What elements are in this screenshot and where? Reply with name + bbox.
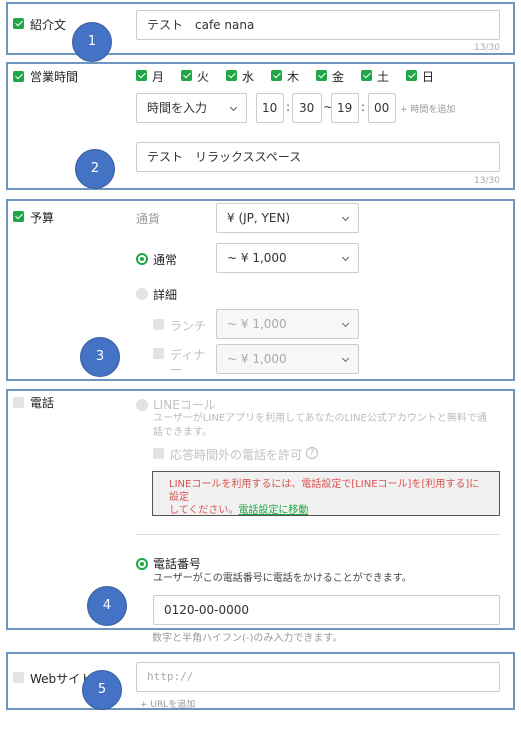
phone-footer-help: 数字と半角ハイフン(-)のみ入力できます。 [152, 633, 343, 644]
notice-line2-text: してください。 [169, 505, 239, 516]
help-icon[interactable]: ? [306, 447, 318, 459]
phone-label: 電話 [30, 396, 55, 410]
day-sat-checkbox[interactable] [361, 70, 372, 81]
hours-counter: 13/30 [474, 176, 500, 186]
lunch-price-select[interactable]: ~ ¥ 1,000 [216, 309, 359, 339]
currency-label: 通貨 [136, 212, 161, 226]
phone-settings-link[interactable]: 電話設定に移動 [238, 505, 308, 516]
normal-radio[interactable] [136, 253, 148, 265]
phone-number-label: 電話番号 [153, 557, 202, 571]
website-section: Webサイト http:// + URLを追加 5 [6, 652, 515, 710]
hours-label: 営業時間 [30, 70, 79, 84]
line-call-help-line1: ユーザーがLINEアプリを利用してあなたのLINE公式アカウントと無料で通 [153, 413, 487, 424]
phone-divider [136, 534, 500, 535]
phone-section: 電話 LINEコール ユーザーがLINEアプリを利用してあなたのLINE公式アカ… [6, 389, 515, 630]
day-tue-label: 火 [197, 70, 210, 84]
phone-checkbox[interactable] [13, 397, 24, 408]
lunch-checkbox[interactable] [153, 319, 164, 330]
start-hour-input[interactable]: 10 [256, 93, 284, 123]
day-sun-checkbox[interactable] [406, 70, 417, 81]
day-fri-checkbox[interactable] [316, 70, 327, 81]
badge-1: 1 [72, 22, 112, 62]
end-min-input[interactable]: 00 [368, 93, 396, 123]
badge-3: 3 [80, 337, 120, 377]
intro-checkbox[interactable] [13, 18, 24, 29]
hours-mode-select[interactable]: 時間を入力 [136, 93, 247, 123]
start-min-input[interactable]: 30 [292, 93, 322, 123]
detail-label: 詳細 [153, 288, 178, 302]
day-mon-label: 月 [152, 70, 165, 84]
intro-counter: 13/30 [474, 43, 500, 53]
line-call-notice: LINEコールを利用するには、電話設定で[LINEコール]を[利用する]に設定 … [152, 471, 500, 516]
line-call-radio[interactable] [136, 399, 148, 411]
intro-section: 紹介文 テスト cafe nana 13/30 1 [6, 2, 515, 62]
day-mon-checkbox[interactable] [136, 70, 147, 81]
day-wed-checkbox[interactable] [226, 70, 237, 81]
phone-number-input[interactable]: 0120-00-0000 [153, 595, 500, 625]
budget-checkbox[interactable] [13, 211, 24, 222]
badge-5: 5 [82, 670, 122, 710]
after-hours-label: 応答時間外の電話を許可 [170, 448, 303, 462]
hours-checkbox[interactable] [13, 71, 24, 82]
hours-section: 営業時間 月 火 水 木 金 土 日 時間を入力 10 : 30 ~ 19 : … [6, 62, 515, 190]
intro-input[interactable]: テスト cafe nana [136, 10, 500, 40]
dinner-price-select[interactable]: ~ ¥ 1,000 [216, 344, 359, 374]
add-time-button[interactable]: + 時間を追加 [400, 102, 455, 115]
day-tue-checkbox[interactable] [181, 70, 192, 81]
normal-label: 通常 [153, 253, 178, 267]
notice-line2: してください。電話設定に移動 [169, 504, 483, 517]
currency-select[interactable]: ¥ (JP, YEN) [216, 203, 359, 233]
website-url-input[interactable]: http:// [136, 662, 500, 692]
line-call-help-line2: 話できます。 [153, 427, 212, 438]
badge-2: 2 [75, 149, 115, 189]
hours-note-input[interactable]: テスト リラックススペース [136, 142, 500, 172]
intro-label: 紹介文 [30, 18, 67, 32]
end-colon: : [361, 100, 366, 114]
end-hour-input[interactable]: 19 [331, 93, 359, 123]
budget-label: 予算 [30, 211, 55, 225]
after-hours-checkbox[interactable] [153, 448, 164, 459]
day-thu-checkbox[interactable] [271, 70, 282, 81]
day-sat-label: 土 [377, 70, 390, 84]
badge-4: 4 [87, 586, 127, 626]
dinner-label-line2: ー [170, 363, 183, 377]
dinner-checkbox[interactable] [153, 348, 164, 359]
phone-number-radio[interactable] [136, 558, 148, 570]
day-wed-label: 水 [242, 70, 255, 84]
detail-radio[interactable] [136, 288, 148, 300]
add-url-button[interactable]: + URLを追加 [140, 697, 195, 710]
notice-line1: LINEコールを利用するには、電話設定で[LINEコール]を[利用する]に設定 [169, 479, 480, 503]
day-sun-label: 日 [422, 70, 435, 84]
help-icon-glyph: ? [309, 448, 315, 458]
lunch-label: ランチ [170, 319, 207, 333]
phone-number-help: ユーザーがこの電話番号に電話をかけることができます。 [153, 573, 412, 584]
normal-price-select[interactable]: ~ ¥ 1,000 [216, 243, 359, 273]
day-fri-label: 金 [332, 70, 345, 84]
website-checkbox[interactable] [13, 672, 24, 683]
budget-section: 予算 通貨 ¥ (JP, YEN) 通常 ~ ¥ 1,000 詳細 ランチ ~ … [6, 199, 515, 381]
start-colon: : [286, 100, 291, 114]
day-thu-label: 木 [287, 70, 300, 84]
